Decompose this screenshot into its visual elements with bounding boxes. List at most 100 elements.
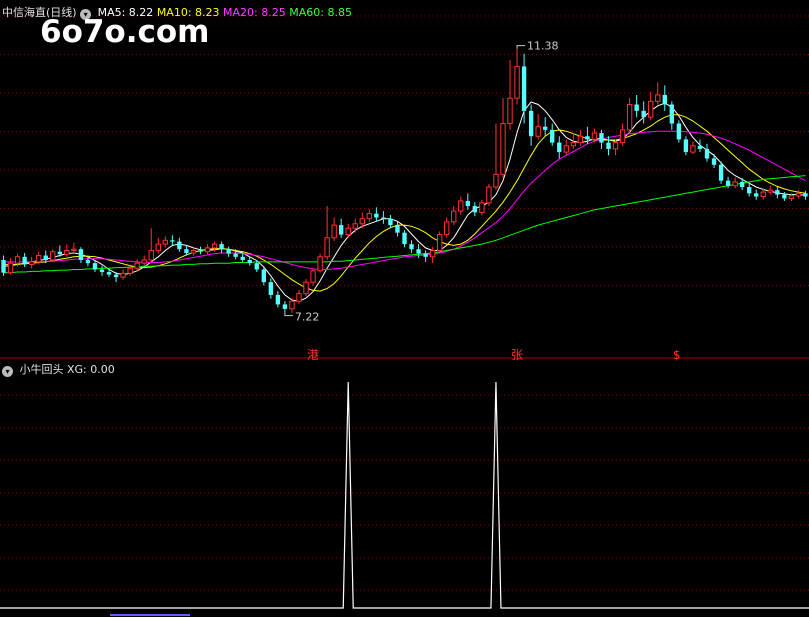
candle-body [331,224,337,239]
candle-body [127,267,133,274]
candle [148,228,154,264]
candle [563,139,569,156]
candle-body [204,247,211,253]
candle-body [739,181,745,187]
max-price-label: 11.38 [527,40,559,53]
candle-body [444,221,450,236]
watermark-text: 6o7o.com [40,14,210,50]
candle [535,114,541,140]
candle [690,141,696,154]
candle-body [247,259,252,264]
candle [479,199,485,216]
candle [141,255,147,266]
event-marker: $ [673,348,681,362]
candle-body [697,145,703,149]
candle [296,289,302,304]
candle-body [591,132,598,140]
candle [683,136,689,156]
candle [612,139,619,156]
candle [402,230,407,248]
candle-body [226,249,231,254]
candle-body [570,142,577,147]
candle-body [676,123,682,140]
candle-body [296,293,302,302]
candle [458,196,464,215]
indicator-title: 小牛回头 [19,363,64,376]
candle-body [359,218,365,225]
candle [803,190,808,200]
candle [409,240,414,253]
candle-body [324,237,330,258]
candle [352,218,358,233]
candle [28,256,35,269]
candle-body [507,97,513,125]
candle-body [528,110,534,137]
candle-body [648,100,654,118]
candle [99,265,105,276]
event-marker: 港 [307,348,319,362]
candle [7,258,14,275]
candle [465,193,470,210]
candle [634,94,639,118]
candle-body [795,192,802,197]
candle-body [240,256,245,260]
candle-body [177,241,182,250]
candle-body [155,243,161,251]
xg-indicator-series [0,381,809,616]
candle-body [22,256,27,265]
candle [577,129,584,146]
candle-body [718,164,724,181]
candle [718,161,724,184]
candle-body [577,135,584,144]
candle [134,259,140,271]
candle [381,211,386,224]
candle [78,247,84,264]
candle-body [409,244,414,250]
candle-body [388,218,393,226]
candle-body [64,249,70,255]
candle-body [557,142,562,153]
candle-body [458,200,464,212]
candle [120,269,126,280]
candle [388,214,393,229]
candle-body [268,282,274,295]
candle-body [50,251,56,261]
candle [676,120,682,143]
candle-body [550,129,555,143]
candle-body [43,255,48,260]
candle-body [612,142,619,150]
candle [170,235,175,246]
candle-body [310,270,316,283]
event-marker: 张 [511,348,523,362]
candle-body [219,244,224,250]
candle-body [211,243,218,249]
candle [619,123,626,146]
candle [747,183,752,197]
candle-body [345,227,351,236]
candle [521,53,527,124]
candle [50,249,56,262]
candle [732,177,738,189]
candle-body [162,239,168,245]
ma60-value: MA60: 8.85 [289,6,352,19]
xg-line [0,381,809,609]
candle [331,217,337,241]
candle [226,246,231,257]
candle-body [747,187,752,194]
chart-canvas: 11.38 7.22 港 张 $ [0,15,809,616]
candle [22,253,27,267]
candle-body [366,213,373,220]
dropdown-icon[interactable]: ▾ [2,366,13,377]
candle [177,237,182,252]
candle-body [282,304,288,309]
candle-body [402,232,407,245]
candle-body [472,206,478,213]
candle [444,217,450,238]
candle-body [479,202,485,213]
candle [767,185,773,195]
candle [219,241,224,253]
candle-body [78,249,84,260]
candle-body [732,181,738,187]
candle-body [775,190,780,195]
candle-body [683,139,689,153]
